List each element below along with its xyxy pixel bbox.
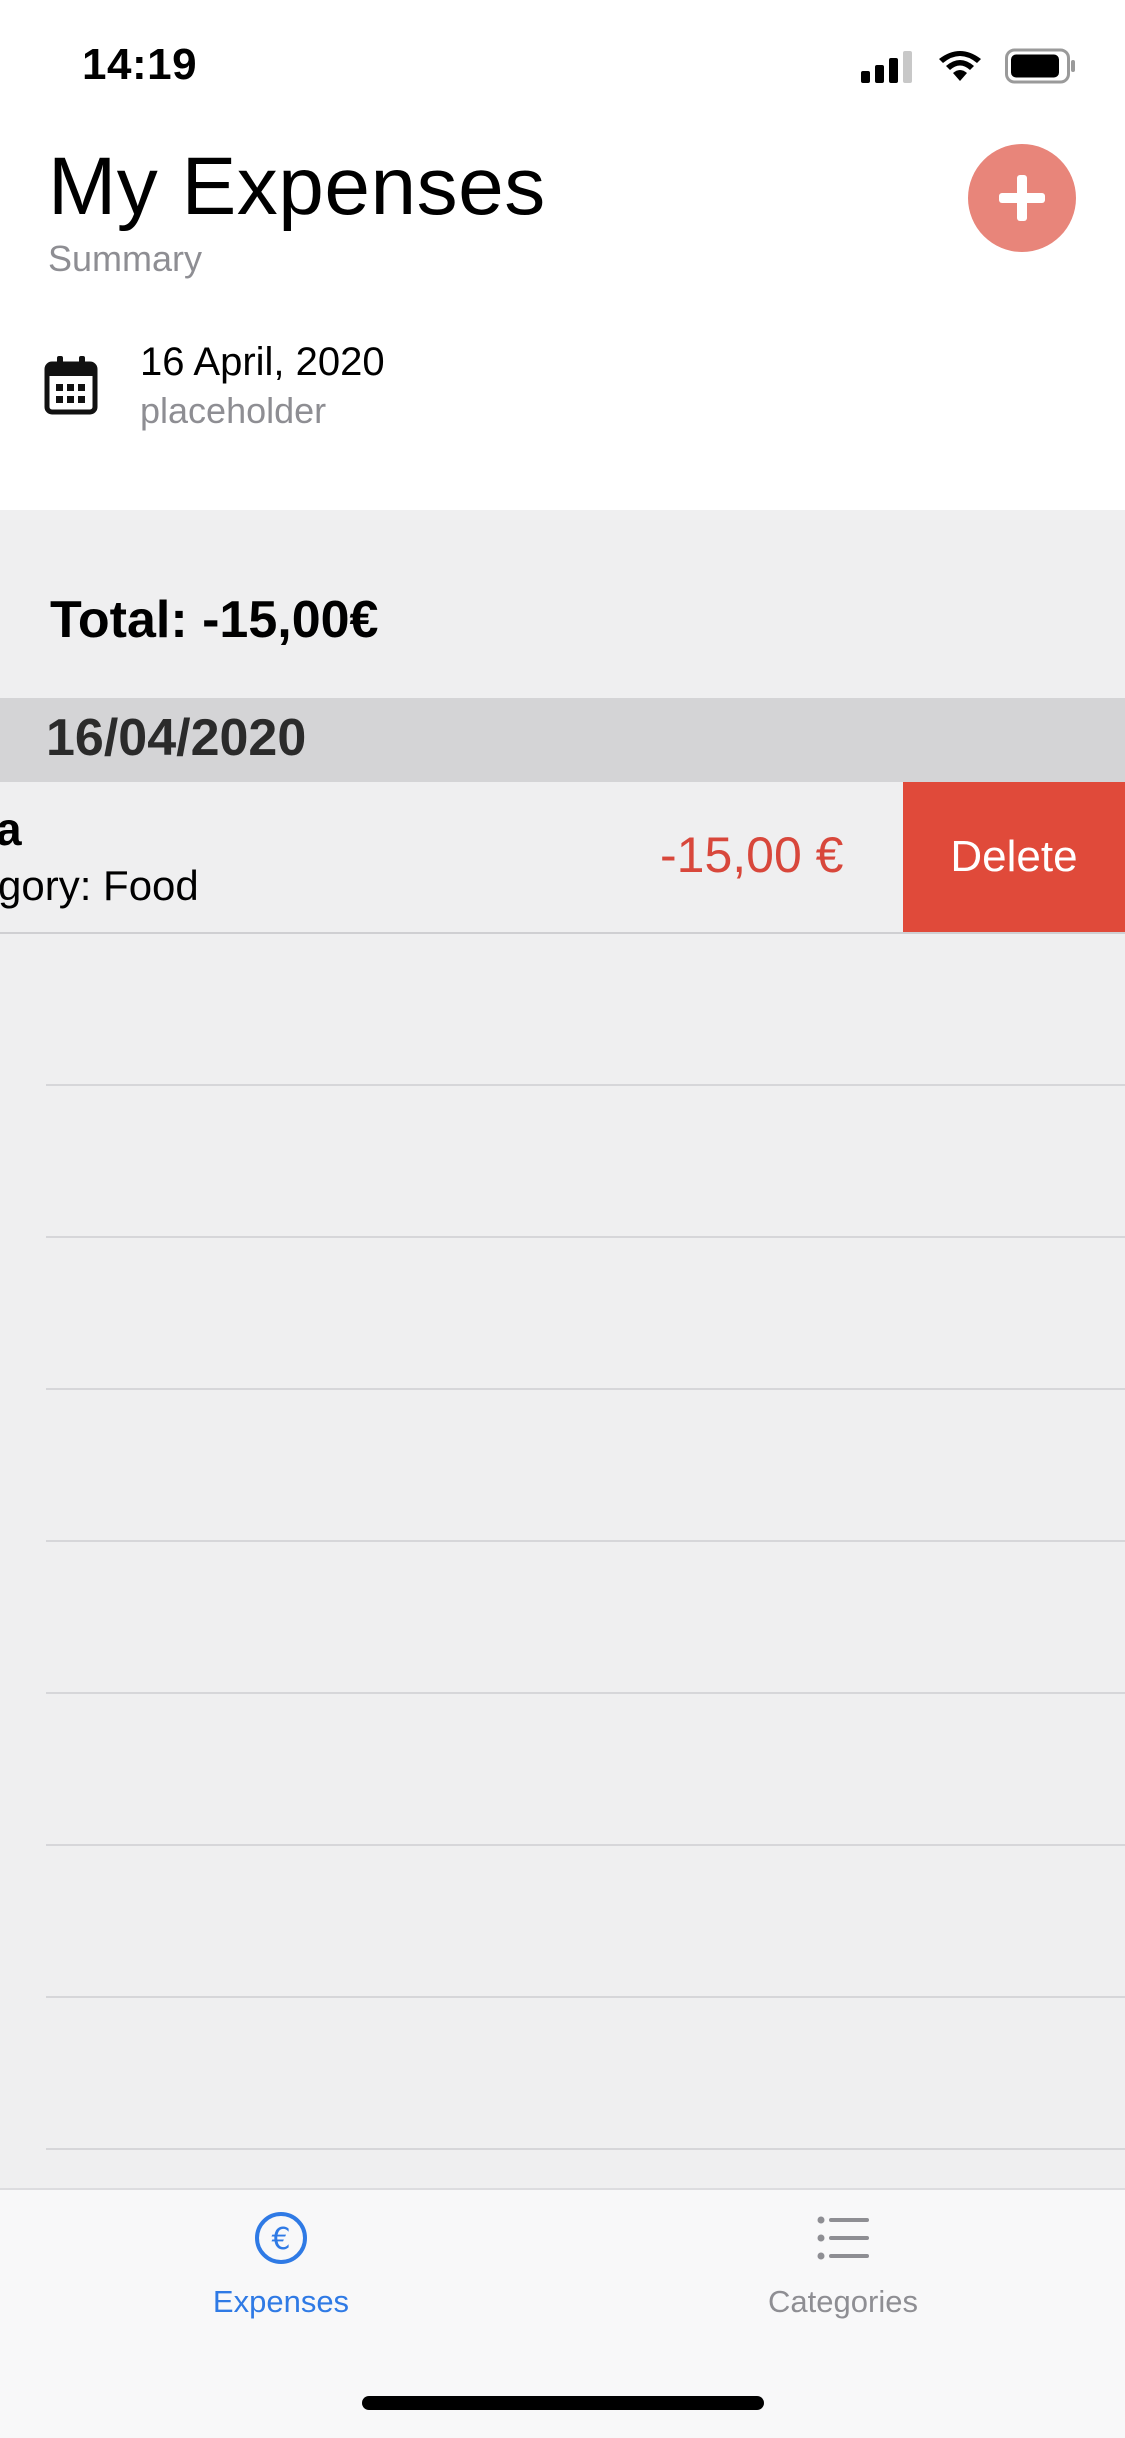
signal-icon xyxy=(861,51,912,83)
wifi-icon xyxy=(939,51,981,81)
section-date: 16/04/2020 xyxy=(46,709,307,767)
expense-amount: -15,00 € xyxy=(660,827,844,883)
row-divider xyxy=(46,1692,1125,1694)
date-subtitle: placeholder xyxy=(140,390,327,431)
row-divider xyxy=(46,1996,1125,1998)
plus-icon xyxy=(999,175,1045,221)
svg-text:€: € xyxy=(271,2222,290,2257)
expense-category: gory: Food xyxy=(0,862,199,909)
total-amount: Total: -15,00€ xyxy=(50,591,379,649)
list-icon xyxy=(817,2216,869,2260)
status-icons xyxy=(861,46,1077,86)
tab-label-expenses: Expenses xyxy=(212,2284,350,2319)
row-divider xyxy=(0,932,1125,934)
row-divider xyxy=(46,1540,1125,1542)
delete-button[interactable]: Delete xyxy=(903,782,1125,932)
status-time: 14:19 xyxy=(82,40,198,89)
tab-label-categories: Categories xyxy=(768,2284,918,2319)
page-title: My Expenses xyxy=(48,141,546,232)
tab-expenses[interactable]: € Expenses xyxy=(131,2210,431,2320)
add-expense-button[interactable] xyxy=(968,144,1076,252)
row-divider xyxy=(46,2148,1125,2150)
expense-name: a xyxy=(0,803,22,855)
home-indicator xyxy=(362,2396,764,2410)
battery-icon xyxy=(1005,48,1075,84)
row-divider xyxy=(46,1236,1125,1238)
page-subtitle: Summary xyxy=(48,238,203,279)
row-divider xyxy=(46,1844,1125,1846)
row-divider xyxy=(46,1388,1125,1390)
euro-icon: € xyxy=(255,2212,307,2264)
selected-date[interactable]: 16 April, 2020 xyxy=(140,340,385,385)
tab-categories[interactable]: Categories xyxy=(693,2210,993,2320)
calendar-icon[interactable] xyxy=(44,356,98,421)
row-divider xyxy=(46,1084,1125,1086)
